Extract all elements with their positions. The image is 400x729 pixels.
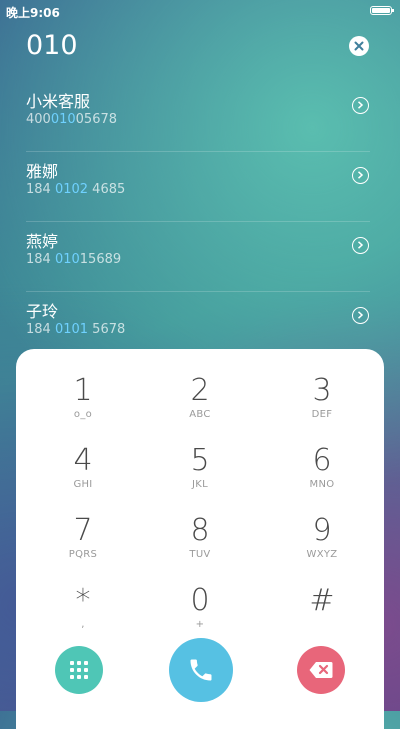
battery-icon bbox=[370, 6, 394, 15]
key-letters: MNO bbox=[309, 479, 335, 490]
key-letters: DEF bbox=[311, 409, 333, 420]
key-digit: 9 bbox=[312, 513, 332, 548]
key-digit: 4 bbox=[73, 443, 93, 478]
key-1[interactable]: 1 o_o bbox=[33, 367, 133, 431]
contact-name: 燕婷 bbox=[26, 232, 59, 251]
key-digit: 3 bbox=[312, 373, 332, 408]
contact-row[interactable]: 雅娜 184 0102 4685 bbox=[0, 152, 400, 222]
backspace-icon bbox=[309, 662, 333, 678]
key-digit: 0 bbox=[190, 583, 210, 618]
battery-fill bbox=[372, 8, 390, 13]
contact-results-list: 小米客服 40001005678 雅娜 184 0102 4685 燕婷 184… bbox=[0, 82, 400, 362]
chevron-right-icon bbox=[357, 171, 364, 179]
contact-row[interactable]: 小米客服 40001005678 bbox=[0, 82, 400, 152]
key-letters: JKL bbox=[192, 479, 208, 490]
contact-number: 40001005678 bbox=[26, 112, 118, 127]
key-7[interactable]: 7 PQRS bbox=[33, 507, 133, 571]
number-match-highlight: 010 bbox=[54, 252, 80, 267]
number-match-highlight: 0102 bbox=[54, 182, 89, 197]
key-digit: # bbox=[309, 583, 335, 618]
key-digit: 6 bbox=[312, 443, 332, 478]
key-9[interactable]: 9 WXYZ bbox=[272, 507, 372, 571]
contact-row[interactable]: 燕婷 184 01015689 bbox=[0, 222, 400, 292]
key-digit: 8 bbox=[190, 513, 210, 548]
call-button[interactable] bbox=[169, 638, 233, 702]
contact-detail-button[interactable] bbox=[352, 307, 369, 324]
contact-detail-button[interactable] bbox=[352, 97, 369, 114]
key-8[interactable]: 8 TUV bbox=[150, 507, 250, 571]
contact-name: 雅娜 bbox=[26, 162, 59, 181]
delete-button[interactable] bbox=[297, 646, 345, 694]
key-letters: , bbox=[81, 619, 85, 630]
number-match-highlight: 0101 bbox=[54, 322, 89, 337]
key-2[interactable]: 2 ABC bbox=[150, 367, 250, 431]
key-digit: 2 bbox=[190, 373, 210, 408]
key-digit: 7 bbox=[73, 513, 93, 548]
grid-icon bbox=[70, 661, 88, 679]
status-bar: 晚上9:06 bbox=[0, 0, 400, 22]
key-letters: ABC bbox=[189, 409, 211, 420]
chevron-right-icon bbox=[357, 241, 364, 249]
key-digit: 5 bbox=[190, 443, 210, 478]
key-letters: + bbox=[195, 619, 205, 630]
keypad-toggle-button[interactable] bbox=[55, 646, 103, 694]
key-letters: o_o bbox=[73, 409, 93, 420]
key-hash[interactable]: # bbox=[272, 577, 372, 641]
chevron-right-icon bbox=[357, 311, 364, 319]
dial-keypad: 1 o_o 2 ABC 3 DEF 4 GHI 5 JKL 6 MNO 7 PQRS 8 TUV… bbox=[16, 349, 384, 729]
key-4[interactable]: 4 GHI bbox=[33, 437, 133, 501]
key-0[interactable]: 0 + bbox=[150, 577, 250, 641]
key-5[interactable]: 5 JKL bbox=[150, 437, 250, 501]
phone-icon bbox=[190, 659, 212, 681]
status-time: 晚上9:06 bbox=[6, 6, 60, 20]
contact-detail-button[interactable] bbox=[352, 167, 369, 184]
contact-number: 184 0102 4685 bbox=[26, 182, 126, 197]
key-6[interactable]: 6 MNO bbox=[272, 437, 372, 501]
key-3[interactable]: 3 DEF bbox=[272, 367, 372, 431]
key-digit: * bbox=[75, 583, 91, 618]
chevron-right-icon bbox=[357, 101, 364, 109]
contact-number: 184 01015689 bbox=[26, 252, 122, 267]
contact-detail-button[interactable] bbox=[352, 237, 369, 254]
key-star[interactable]: *, bbox=[33, 577, 133, 641]
key-letters: WXYZ bbox=[306, 549, 338, 560]
close-icon bbox=[354, 41, 364, 51]
dialed-number: 010 bbox=[26, 30, 78, 61]
key-digit: 1 bbox=[73, 373, 93, 408]
clear-number-button[interactable] bbox=[349, 36, 369, 56]
number-match-highlight: 010 bbox=[50, 112, 76, 127]
contact-name: 子玲 bbox=[26, 302, 59, 321]
contact-number: 184 0101 5678 bbox=[26, 322, 126, 337]
contact-name: 小米客服 bbox=[26, 92, 91, 111]
key-letters: TUV bbox=[189, 549, 211, 560]
key-letters: GHI bbox=[73, 479, 93, 490]
key-letters: PQRS bbox=[68, 549, 98, 560]
